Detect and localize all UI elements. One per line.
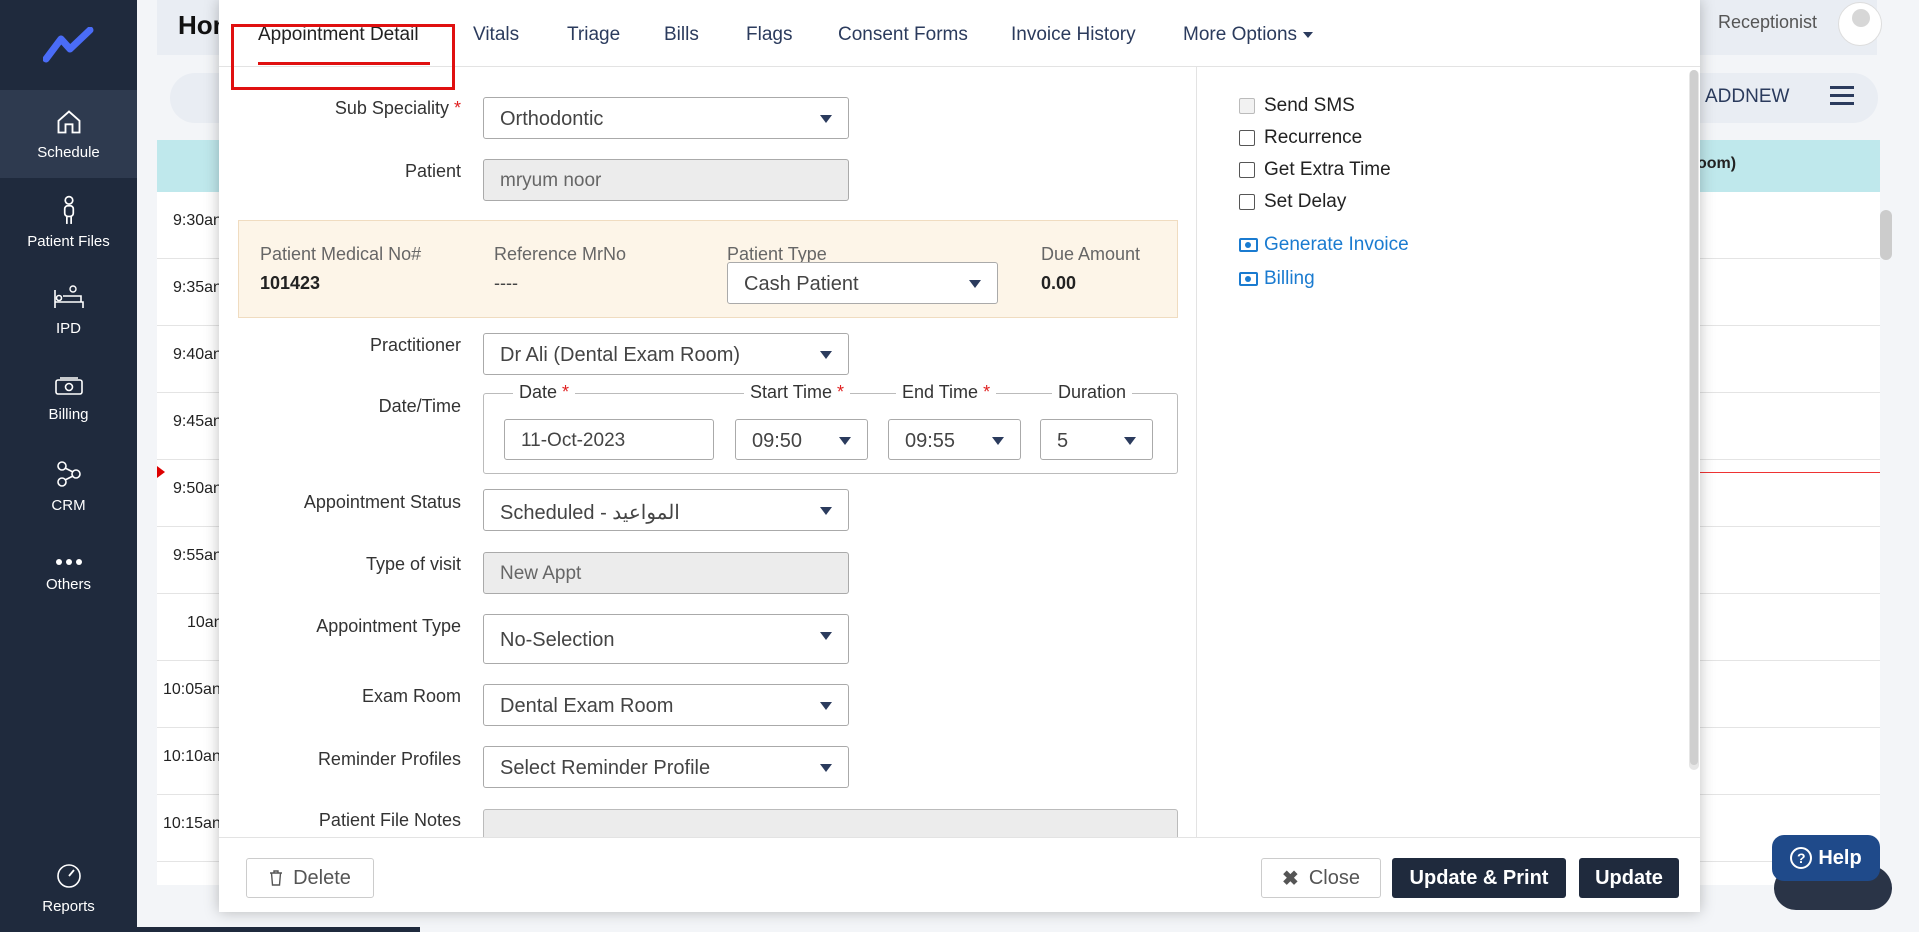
type-of-visit-label: Type of visit (365, 554, 461, 574)
schedule-scrollbar[interactable] (1880, 210, 1892, 260)
practitioner-label: Practitioner (369, 335, 461, 355)
room-column-header: oom) (1697, 155, 1737, 172)
trash-icon (270, 870, 283, 886)
bed-icon (53, 284, 84, 308)
reference-mrno-label: Reference MrNo (494, 244, 627, 264)
avatar[interactable] (1838, 2, 1882, 46)
sidebar-item-ipd[interactable]: IPD (0, 266, 137, 354)
reference-mrno-value: ---- (494, 273, 518, 293)
sidebar-item-label: IPD (55, 319, 81, 337)
end-time-label: End Time * (896, 382, 997, 403)
practitioner-select[interactable]: Dr Ali (Dental Exam Room) (483, 333, 849, 375)
exam-room-label: Exam Room (361, 686, 461, 706)
duration-label: Duration (1052, 382, 1133, 403)
tab-triage[interactable]: Triage (567, 24, 620, 46)
bottom-bar (60, 927, 420, 932)
user-role: Receptionist (1718, 12, 1818, 32)
mrn-label: Patient Medical No# (260, 244, 422, 264)
appointment-form: Sub Speciality * Orthodontic Patient mry… (219, 67, 1197, 837)
sidebar-item-label: CRM (51, 496, 86, 514)
sidebar-item-crm[interactable]: CRM (0, 442, 137, 530)
sidebar-item-patient-files[interactable]: Patient Files (0, 178, 137, 266)
sidebar-item-label: Reports (42, 897, 95, 915)
appointment-type-select[interactable]: No-Selection (483, 614, 849, 664)
appointment-modal: Appointment Detail Vitals Triage Bills F… (219, 0, 1700, 912)
sidebar-item-schedule[interactable]: Schedule (0, 90, 137, 178)
exam-room-select[interactable]: Dental Exam Room (483, 684, 849, 726)
get-extra-time-checkbox[interactable]: Get Extra Time (1239, 159, 1391, 181)
patient-label: Patient (404, 161, 461, 181)
patient-field[interactable]: mryum noor (483, 159, 849, 201)
update-button[interactable]: Update (1579, 858, 1679, 898)
question-icon: ? (1790, 847, 1813, 869)
type-of-visit-field[interactable]: New Appt (483, 552, 849, 594)
sidebar-item-label: Billing (48, 405, 89, 423)
date-label: Date * (513, 382, 576, 403)
recurrence-checkbox[interactable]: Recurrence (1239, 127, 1362, 149)
hamburger-menu-icon[interactable] (1830, 86, 1854, 110)
billing-link[interactable]: Billing (1239, 268, 1315, 290)
caret-down-icon (1303, 31, 1314, 38)
person-icon (63, 195, 74, 224)
set-delay-checkbox[interactable]: Set Delay (1239, 191, 1346, 213)
due-amount-value: 0.00 (1041, 273, 1077, 293)
patient-type-select[interactable]: Cash Patient (727, 262, 998, 304)
end-time-select[interactable]: 09:55 (888, 419, 1021, 460)
cash-icon (54, 376, 83, 395)
due-amount-label: Due Amount (1041, 244, 1141, 264)
tab-flags[interactable]: Flags (746, 24, 792, 46)
tab-consent-forms[interactable]: Consent Forms (838, 24, 968, 46)
current-time-marker (157, 466, 165, 478)
mrn-value: 101423 (260, 273, 321, 293)
sidebar-item-billing[interactable]: Billing (0, 354, 137, 442)
money-bill-icon (1239, 238, 1258, 252)
patient-file-notes-field[interactable] (483, 809, 1178, 837)
sidebar-item-reports[interactable]: Reports (0, 844, 137, 932)
datetime-group: Date * Start Time * End Time * Duration … (483, 382, 1178, 474)
reminder-profiles-label: Reminder Profiles (317, 749, 461, 769)
add-new-button[interactable]: ADDNEW (1705, 86, 1789, 108)
generate-invoice-link[interactable]: Generate Invoice (1239, 234, 1409, 256)
dots-icon (55, 558, 82, 565)
modal-scrollbar[interactable] (1689, 70, 1699, 770)
close-button[interactable]: ✖ Close (1261, 858, 1381, 898)
tab-bills[interactable]: Bills (664, 24, 699, 46)
update-and-print-button[interactable]: Update & Print (1392, 858, 1566, 898)
appointment-status-label: Appointment Status (303, 492, 461, 512)
patient-file-notes-label: Patient File Notes (318, 810, 461, 830)
app-logo[interactable] (0, 0, 137, 90)
sidebar-item-label: Others (45, 575, 91, 593)
appointment-status-select[interactable]: Scheduled - المواعيد (483, 489, 849, 531)
current-time-line (1700, 472, 1880, 473)
appointment-options: Send SMS Recurrence Get Extra Time Set D… (1198, 67, 1698, 837)
sidebar: Schedule Patient Files IPD Billing CRM O… (0, 0, 137, 932)
tab-more-options[interactable]: More Options (1183, 24, 1314, 46)
sub-speciality-select[interactable]: Orthodontic (483, 97, 849, 139)
datetime-label: Date/Time (378, 396, 461, 416)
delete-button[interactable]: Delete (246, 858, 374, 898)
send-sms-checkbox[interactable]: Send SMS (1239, 95, 1355, 117)
sidebar-item-others[interactable]: Others (0, 530, 137, 618)
start-time-label: Start Time * (744, 382, 851, 403)
tab-invoice-history[interactable]: Invoice History (1011, 24, 1136, 46)
start-time-select[interactable]: 09:50 (735, 419, 868, 460)
modal-footer: Delete ✖ Close Update & Print Update (219, 837, 1700, 912)
date-input[interactable]: 11-Oct-2023 (504, 419, 714, 460)
tab-vitals[interactable]: Vitals (473, 24, 519, 46)
network-icon (56, 460, 81, 487)
appointment-type-label: Appointment Type (316, 616, 461, 636)
gauge-icon (56, 863, 81, 888)
close-icon: ✖ (1282, 867, 1299, 890)
sidebar-item-label: Patient Files (27, 232, 110, 250)
patient-info-box: Patient Medical No# 101423 Reference MrN… (238, 220, 1178, 318)
money-bill-icon (1239, 272, 1258, 286)
sidebar-item-label: Schedule (37, 143, 100, 161)
home-icon (57, 109, 80, 133)
duration-select[interactable]: 5 (1040, 419, 1153, 460)
sub-speciality-label: Sub Speciality * (334, 98, 461, 118)
reminder-profile-select[interactable]: Select Reminder Profile (483, 746, 849, 788)
help-button[interactable]: ? Help (1772, 835, 1880, 881)
